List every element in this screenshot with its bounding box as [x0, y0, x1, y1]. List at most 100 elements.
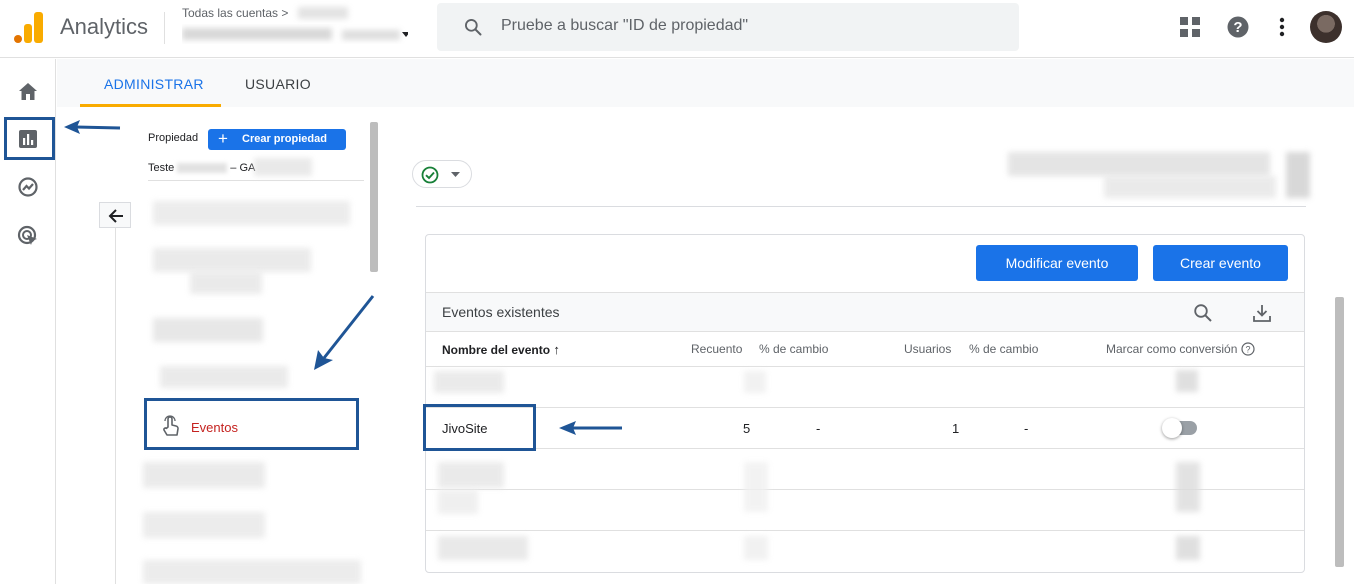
highlight-box-reports: [4, 117, 55, 160]
touch-icon: [163, 415, 179, 436]
event-users-change-cell: -: [1024, 421, 1029, 436]
redacted-cell: [1176, 462, 1200, 512]
row-divider: [426, 366, 1304, 367]
header-divider: [164, 12, 165, 44]
redacted-event-row: [438, 536, 528, 560]
advertising-icon[interactable]: [17, 225, 39, 247]
tab-usuario[interactable]: USUARIO: [245, 76, 311, 92]
redacted-property-id: [254, 158, 312, 176]
redacted-event-row: [434, 371, 504, 393]
admin-tabs: ADMINISTRAR USUARIO: [57, 59, 1354, 107]
row-divider: [426, 448, 1304, 449]
nav-item-redacted[interactable]: [153, 201, 350, 225]
nav-tree-line: [115, 228, 116, 584]
status-dropdown[interactable]: [412, 160, 472, 188]
help-icon[interactable]: ?: [1227, 16, 1249, 38]
home-icon[interactable]: [17, 81, 39, 103]
nav-item-redacted[interactable]: [143, 462, 265, 488]
property-column-scrollbar[interactable]: [370, 122, 378, 272]
analytics-logo-icon[interactable]: [14, 11, 44, 43]
top-header: Analytics Todas las cuentas > Pruebe a b…: [0, 0, 1354, 58]
redacted-header-info: [1008, 152, 1270, 176]
nav-item-redacted[interactable]: [153, 248, 311, 272]
tab-administrar[interactable]: ADMINISTRAR: [104, 76, 204, 92]
arrow-upward-icon: ↑: [553, 342, 560, 357]
account-breadcrumb[interactable]: Todas las cuentas >: [182, 6, 288, 20]
search-bar[interactable]: Pruebe a buscar "ID de propiedad": [437, 3, 1019, 51]
explore-icon[interactable]: [17, 176, 39, 198]
event-count-cell: 5: [743, 421, 751, 436]
app-title: Analytics: [60, 14, 149, 39]
event-users-cell: 1: [952, 421, 960, 436]
property-divider: [148, 180, 364, 181]
download-icon[interactable]: [1252, 303, 1272, 323]
property-name-prefix: Teste: [148, 162, 175, 174]
more-vert-icon[interactable]: [1278, 17, 1286, 37]
svg-text:?: ?: [1245, 345, 1250, 355]
nav-item-eventos[interactable]: Eventos: [144, 398, 359, 450]
column-header-users-change[interactable]: % de cambio: [969, 342, 1038, 356]
redacted-event-row: [438, 490, 478, 514]
help-outline-icon[interactable]: ?: [1241, 342, 1255, 356]
nav-item-redacted[interactable]: [143, 512, 265, 538]
redacted-cell: [744, 462, 768, 512]
create-property-label: Crear propiedad: [242, 133, 327, 145]
annotation-arrow-left-icon: [559, 421, 622, 435]
svg-text:?: ?: [1233, 19, 1242, 36]
active-tab-indicator: [80, 104, 221, 107]
redacted-account-name: [298, 7, 348, 19]
property-name[interactable]: Teste – GA: [148, 162, 255, 174]
column-header-conversion: Marcar como conversión ?: [1106, 342, 1255, 356]
create-event-button[interactable]: Crear evento: [1153, 245, 1288, 281]
column-header-users[interactable]: Usuarios: [904, 342, 951, 356]
property-label: Propiedad: [148, 132, 199, 144]
nav-item-redacted[interactable]: [190, 272, 262, 294]
nav-item-eventos-label: Eventos: [191, 420, 238, 435]
search-icon: [465, 19, 482, 36]
column-header-count-change[interactable]: % de cambio: [759, 342, 828, 356]
redacted-event-row: [438, 462, 504, 488]
redacted-property-name-2: [342, 30, 400, 40]
modify-event-button[interactable]: Modificar evento: [976, 245, 1138, 281]
row-divider: [426, 489, 1304, 490]
event-count-change-cell: -: [816, 421, 821, 436]
avatar[interactable]: [1310, 11, 1342, 43]
arrow-back-icon: [108, 209, 123, 223]
annotation-arrow-left-icon: [64, 120, 121, 134]
back-button[interactable]: [99, 202, 131, 228]
page-scrollbar[interactable]: [1335, 297, 1344, 567]
redacted-property-name: [182, 28, 332, 40]
property-name-suffix: – GA: [230, 162, 256, 174]
redacted-cell: [744, 536, 768, 560]
redacted-cell: [744, 371, 766, 393]
chevron-right-icon: >: [281, 6, 289, 20]
nav-item-redacted[interactable]: [153, 318, 263, 342]
column-header-count[interactable]: Recuento: [691, 342, 742, 356]
dropdown-arrow-icon: [402, 32, 408, 37]
events-card: [425, 234, 1305, 573]
column-header-event-name[interactable]: Nombre del evento ↑: [442, 342, 560, 357]
panel-divider: [416, 206, 1306, 207]
conversion-toggle-knob[interactable]: [1162, 418, 1182, 438]
redacted-cell: [1176, 536, 1200, 560]
redacted-header-info-2: [1104, 176, 1276, 198]
redacted-property: [177, 163, 228, 174]
property-selector[interactable]: [182, 24, 408, 44]
search-placeholder: Pruebe a buscar "ID de propiedad": [501, 17, 749, 34]
redacted-header-info-3: [1286, 152, 1310, 198]
redacted-cell: [1176, 370, 1198, 392]
nav-item-redacted[interactable]: [143, 560, 361, 584]
nav-item-redacted[interactable]: [160, 366, 288, 388]
row-divider: [426, 530, 1304, 531]
plus-icon: +: [218, 129, 228, 148]
highlight-box-jivosite: [423, 404, 536, 451]
section-title: Eventos existentes: [442, 304, 560, 320]
row-divider: [426, 407, 1304, 408]
annotation-arrow-down-left-icon: [314, 295, 375, 370]
search-icon[interactable]: [1193, 303, 1213, 323]
column-header-label: Marcar como conversión: [1106, 342, 1238, 356]
events-section-header: Eventos existentes: [426, 292, 1304, 332]
create-property-button[interactable]: + Crear propiedad: [208, 129, 346, 150]
apps-grid-icon[interactable]: [1180, 17, 1200, 37]
account-label: Todas las cuentas: [182, 6, 279, 20]
